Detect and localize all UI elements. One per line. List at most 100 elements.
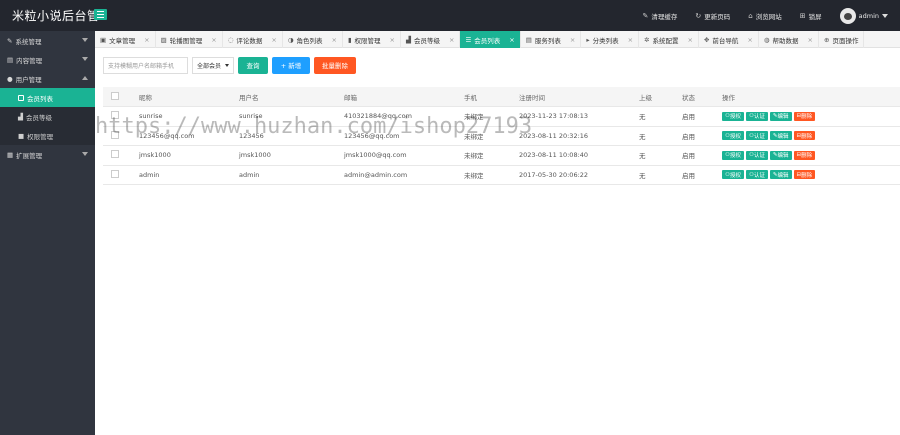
authorize-button[interactable]: ⚇ 授权 [722,150,744,160]
table-row: sunrise sunrise 410321884@qq.com 未绑定 202… [103,106,900,127]
row-checkbox[interactable] [103,106,131,127]
tab-permissions[interactable]: ▮ 权限管理 × [343,31,401,48]
verify-button[interactable]: ⚇ 认证 [745,111,768,121]
close-icon[interactable]: × [628,36,633,44]
sidebar-item-permission[interactable]: ■ 权限管理 [0,126,95,145]
bar-chart-icon: ▟ [406,35,411,44]
delete-button[interactable]: ⊟ 删除 [793,170,816,180]
tab-comments[interactable]: ◌ 评论数据 × [223,31,283,48]
tab-carousel[interactable]: ▨ 轮播图管理 × [156,31,223,48]
close-icon[interactable]: × [390,36,395,44]
verify-button[interactable]: ⚇ 认证 [745,170,768,180]
close-icon[interactable]: × [570,36,575,44]
cell-actions: ⚇ 授权 ⚇ 认证 ✎ 编辑 ⊟ 删除 [714,126,900,146]
update-pages-link[interactable]: ↻ 更新页码 [695,11,730,21]
sidebar-item-member-level[interactable]: ▟ 会员等级 [0,107,95,126]
cell-actions: ⚇ 授权 ⚇ 认证 ✎ 编辑 ⊟ 删除 [714,145,900,166]
row-checkbox[interactable] [103,165,131,185]
shield-icon: ▮ [347,35,352,44]
cell-status: 启用 [674,106,714,127]
sidebar-item-member-list[interactable]: 会员列表 [0,88,95,107]
close-icon[interactable]: × [747,36,752,44]
tab-page-ops[interactable]: ⊕ 页面操作 [819,31,865,48]
verify-button[interactable]: ⚇ 认证 [745,131,768,141]
cell-register-time: 2023-08-11 10:08:40 [511,145,631,166]
batch-delete-button[interactable]: 批量删除 [314,56,356,74]
add-button[interactable]: + 新增 [272,56,310,74]
chevron-up-icon [82,76,88,80]
query-button[interactable]: 查询 [238,56,268,74]
tab-front-nav[interactable]: ✥ 前台导航 × [699,31,759,48]
tab-roles[interactable]: ◑ 角色列表 × [283,31,343,48]
edit-button[interactable]: ✎ 编辑 [769,170,792,180]
tab-services[interactable]: ▤ 服务列表 × [521,31,582,48]
close-icon[interactable]: × [808,36,813,44]
delete-button[interactable]: ⊟ 删除 [793,111,816,121]
avatar [839,7,856,24]
tab-categories[interactable]: ▸ 分类列表 × [581,31,640,48]
browse-site-link[interactable]: ⌂ 浏览网站 [748,11,781,21]
close-icon[interactable]: × [144,36,149,44]
chevron-down-icon [882,13,888,18]
table-row: 123456@qq.com 123456 123456@qq.com 未绑定 2… [103,126,900,146]
close-icon[interactable]: × [509,36,514,44]
clear-cache-link[interactable]: ✎ 清理缓存 [643,11,678,21]
sidebar-item-system[interactable]: ✎ 系统管理 [0,31,95,50]
file-icon: ▤ [7,55,14,64]
close-icon[interactable]: × [688,36,693,44]
row-checkbox[interactable] [103,145,131,166]
toolbar: 支持模糊用户名邮箱手机 全部会员 查询 + 新增 批量删除 [103,56,356,74]
close-icon[interactable]: × [211,36,216,44]
cell-register-time: 2023-11-23 17:08:13 [511,106,631,127]
member-filter-select[interactable]: 全部会员 [192,56,234,74]
table-row: jmsk1000 jmsk1000 jmsk1000@qq.com 未绑定 20… [103,145,900,166]
home-icon: ⌂ [748,11,753,20]
close-icon[interactable]: × [449,36,454,44]
cell-nickname: 123456@qq.com [131,126,231,146]
menu-toggle-icon[interactable] [94,9,107,20]
cell-status: 启用 [674,165,714,185]
authorize-button[interactable]: ⚇ 授权 [722,170,744,180]
cell-username: 123456 [231,126,336,146]
delete-button[interactable]: ⊟ 删除 [793,131,816,141]
col-register-time: 注册时间 [511,87,631,107]
col-superior: 上级 [631,87,674,107]
delete-button[interactable]: ⊟ 删除 [793,150,816,160]
tab-member-list[interactable]: ☰ 会员列表 × [460,31,521,48]
close-icon[interactable]: × [332,36,337,44]
tab-system-config[interactable]: ✲ 系统配置 × [639,31,699,48]
cell-status: 启用 [674,145,714,166]
verify-button[interactable]: ⚇ 认证 [745,150,768,160]
edit-button[interactable]: ✎ 编辑 [769,131,792,141]
tab-member-level[interactable]: ▟ 会员等级 × [401,31,461,48]
sidebar-item-extension[interactable]: ▦ 扩展管理 [0,145,95,164]
cell-username: sunrise [231,106,336,127]
edit-button[interactable]: ✎ 编辑 [769,111,792,121]
broom-icon: ✎ [642,11,649,20]
puzzle-icon: ▦ [7,150,14,159]
search-input[interactable]: 支持模糊用户名邮箱手机 [103,56,188,74]
cell-email: 410321884@qq.com [336,106,456,127]
row-checkbox[interactable] [103,126,131,146]
close-icon[interactable]: × [271,36,276,44]
tab-help[interactable]: ◍ 帮助数据 × [759,31,819,48]
select-all-checkbox[interactable] [103,87,131,107]
comment-icon: ◌ [227,35,234,44]
user-menu[interactable]: admin [839,7,888,24]
authorize-button[interactable]: ⚇ 授权 [722,111,744,121]
chevron-down-icon [82,38,88,42]
compass-icon: ✥ [703,35,710,44]
cell-superior: 无 [631,106,674,127]
tab-bar: ▣ 文章管理 × ▨ 轮播图管理 × ◌ 评论数据 × ◑ 角色列表 × ▮ 权限管理 × ▟ 会员等… [95,31,900,48]
lock-screen-link[interactable]: ⊞ 锁屏 [800,11,822,21]
col-phone: 手机 [456,87,511,107]
col-username: 用户名 [231,87,336,107]
authorize-button[interactable]: ⚇ 授权 [722,131,744,141]
tab-articles[interactable]: ▣ 文章管理 × [95,31,156,48]
edit-button[interactable]: ✎ 编辑 [769,150,792,160]
sidebar-item-content[interactable]: ▤ 内容管理 [0,50,95,69]
user-icon: ● [7,74,13,83]
sidebar-item-users[interactable]: ● 用户管理 [0,69,95,88]
cell-email: jmsk1000@qq.com [336,145,456,166]
cell-email: admin@admin.com [336,165,456,185]
